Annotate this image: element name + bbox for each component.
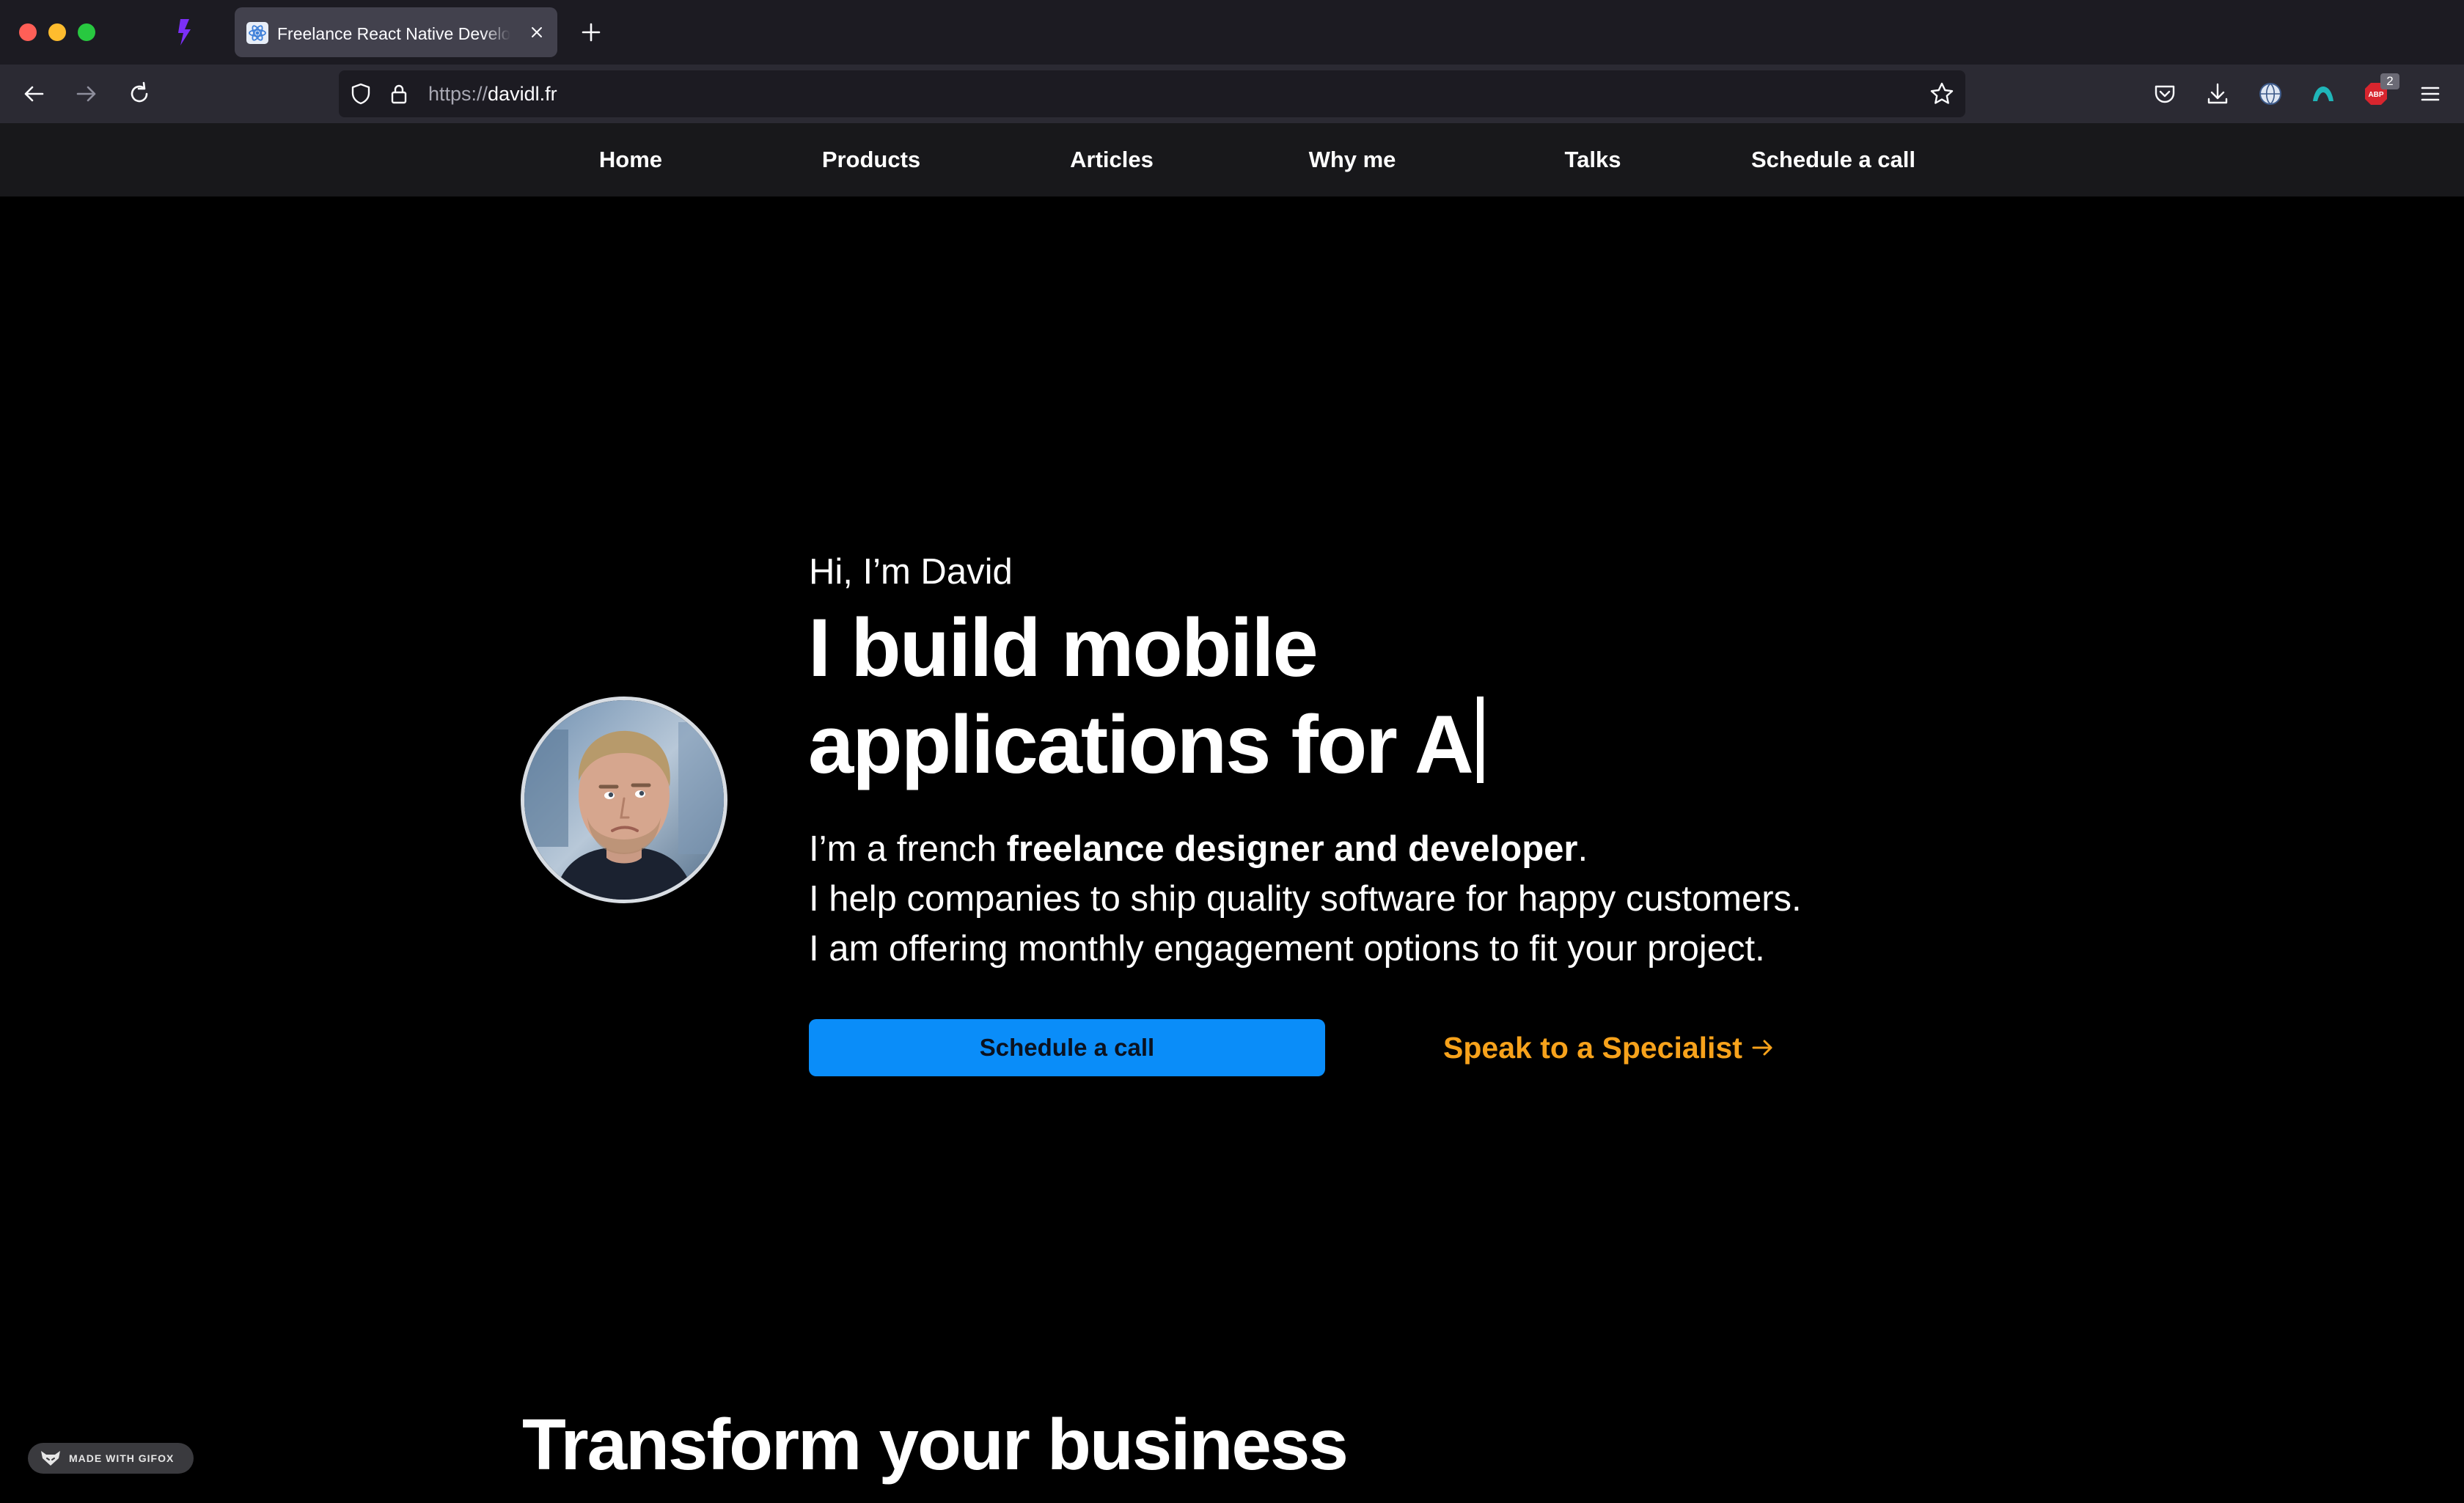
nav-home[interactable]: Home	[535, 123, 726, 196]
typing-cursor	[1476, 697, 1484, 783]
headline-typed-text: applications for A	[808, 699, 1474, 790]
address-bar[interactable]: https://davidl.fr	[339, 70, 1965, 117]
intro-line-1-end: .	[1577, 829, 1588, 869]
hero-intro: I’m a french freelance designer and deve…	[809, 824, 1982, 974]
new-tab-icon[interactable]	[579, 21, 603, 44]
nav-talks[interactable]: Talks	[1497, 123, 1688, 196]
headline-line-2: applications for A	[808, 697, 1484, 793]
svg-text:ABP: ABP	[2368, 91, 2383, 99]
browser-window: Freelance React Native Developer https:/…	[0, 0, 2464, 1503]
download-icon[interactable]	[2203, 79, 2232, 109]
nav-why-me[interactable]: Why me	[1257, 123, 1448, 196]
tab-strip: Freelance React Native Developer	[0, 0, 2464, 65]
speak-to-specialist-label: Speak to a Specialist	[1443, 1031, 1742, 1065]
reload-icon[interactable]	[125, 79, 154, 109]
nav-schedule-a-call[interactable]: Schedule a call	[1738, 123, 1929, 196]
adblock-count-badge: 2	[2380, 73, 2399, 89]
arrow-right-icon	[1752, 1040, 1772, 1056]
url-text[interactable]: https://davidl.fr	[428, 82, 557, 106]
close-tab-icon[interactable]	[528, 23, 546, 41]
close-window-button[interactable]	[19, 23, 37, 41]
tab-active[interactable]: Freelance React Native Developer	[235, 7, 557, 57]
url-scheme: https://	[428, 83, 488, 105]
intro-line-1-start: I’m a french	[809, 829, 1007, 869]
react-atom-icon	[246, 22, 268, 44]
portrait-illustration	[524, 700, 724, 900]
tab-title: Freelance React Native Developer	[277, 24, 510, 43]
site-navigation: Home Products Articles Why me Talks Sche…	[0, 123, 2464, 196]
schedule-call-button[interactable]: Schedule a call	[809, 1019, 1325, 1076]
fox-icon	[41, 1451, 60, 1466]
greeting: Hi, I’m David	[809, 552, 1013, 592]
globe-extension-icon[interactable]	[2256, 79, 2285, 109]
avatar	[521, 697, 727, 903]
intro-line-1-bold: freelance designer and developer	[1006, 829, 1578, 869]
zoom-window-button[interactable]	[78, 23, 95, 41]
hamburger-menu-icon[interactable]	[2416, 79, 2445, 109]
lock-icon[interactable]	[387, 82, 411, 106]
teal-extension-icon[interactable]	[2309, 79, 2338, 109]
lightning-icon	[178, 19, 191, 45]
gifox-watermark: MADE WITH GIFOX	[28, 1443, 194, 1474]
nav-articles[interactable]: Articles	[1016, 123, 1207, 196]
forward-arrow-icon[interactable]	[72, 79, 101, 109]
minimize-window-button[interactable]	[48, 23, 66, 41]
url-host: davidl.fr	[488, 83, 557, 105]
back-arrow-icon[interactable]	[19, 79, 48, 109]
headline-line-1: I build mobile	[808, 602, 1319, 694]
section-title: Transform your business	[522, 1404, 1349, 1485]
nav-products[interactable]: Products	[776, 123, 967, 196]
speak-to-specialist-link[interactable]: Speak to a Specialist	[1443, 1025, 1776, 1070]
watermark-text: MADE WITH GIFOX	[69, 1452, 175, 1464]
tracking-protection-shield-icon[interactable]	[349, 82, 373, 106]
star-icon[interactable]	[1929, 81, 1955, 107]
intro-line-1: I’m a french freelance designer and deve…	[809, 824, 1982, 874]
pocket-icon[interactable]	[2150, 79, 2179, 109]
intro-line-3: I am offering monthly engagement options…	[809, 929, 1765, 969]
hero-headline: I build mobile applications for A	[808, 600, 1484, 793]
adblock-extension-button[interactable]: ABP 2	[2361, 73, 2399, 109]
intro-line-2: I help companies to ship quality softwar…	[809, 879, 1802, 919]
browser-toolbar: https://davidl.fr ABP 2	[0, 65, 2464, 123]
